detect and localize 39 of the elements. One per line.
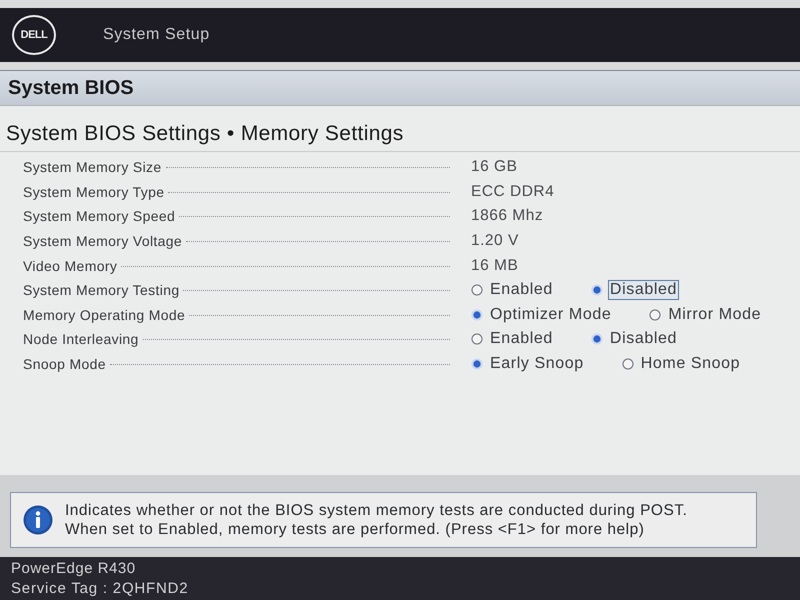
option-label[interactable]: Enabled (488, 329, 555, 350)
app-title: System Setup (103, 26, 210, 44)
help-text: Indicates whether or not the BIOS system memory tests are conducted during POST. (65, 502, 688, 520)
option-label[interactable]: Disabled (608, 329, 679, 350)
option-label[interactable]: Disabled (608, 280, 679, 300)
setting-label: System Memory Testing (23, 282, 180, 298)
option-label[interactable]: Mirror Mode (666, 304, 764, 325)
option-label[interactable]: Early Snoop (488, 354, 586, 374)
setting-label: System Memory Voltage (23, 233, 182, 250)
model-name: PowerEdge R430 (11, 560, 137, 577)
option-label[interactable]: Home Snoop (638, 354, 742, 374)
option-label[interactable]: Optimizer Mode (488, 304, 614, 325)
radio-empty-icon[interactable] (622, 358, 634, 370)
setting-label: System Memory Speed (23, 208, 176, 224)
radio-selected-icon[interactable] (590, 284, 603, 296)
radio-empty-icon[interactable] (649, 308, 662, 321)
setting-label: Video Memory (23, 258, 118, 274)
radio-empty-icon[interactable] (471, 333, 483, 346)
option-label[interactable]: Enabled (488, 280, 555, 300)
radio-selected-icon[interactable] (471, 358, 483, 370)
setting-value: 1.20 V (471, 232, 519, 250)
service-tag: Service Tag : 2QHFND2 (11, 580, 800, 597)
section-title: System BIOS (8, 76, 134, 100)
setting-label: Memory Operating Mode (23, 306, 186, 323)
setting-value: 16 MB (471, 256, 518, 275)
setting-label: System Memory Type (23, 184, 164, 200)
setting-label: System Memory Size (23, 159, 162, 176)
logo-badge: DELL (12, 15, 56, 55)
radio-empty-icon[interactable] (471, 284, 483, 296)
info-icon (23, 505, 53, 535)
setting-value: ECC DDR4 (471, 182, 554, 201)
page-title: System BIOS Settings • Memory Settings (0, 106, 800, 152)
setting-label: Snoop Mode (23, 356, 106, 372)
help-text: When set to Enabled, memory tests are performed. (Press <F1> for more help) (65, 520, 646, 538)
setting-label: Node Interleaving (23, 331, 139, 348)
setting-value: 16 GB (471, 158, 518, 176)
radio-selected-icon[interactable] (471, 308, 483, 321)
setting-value: 1866 Mhz (471, 207, 544, 226)
radio-selected-icon[interactable] (590, 333, 603, 346)
